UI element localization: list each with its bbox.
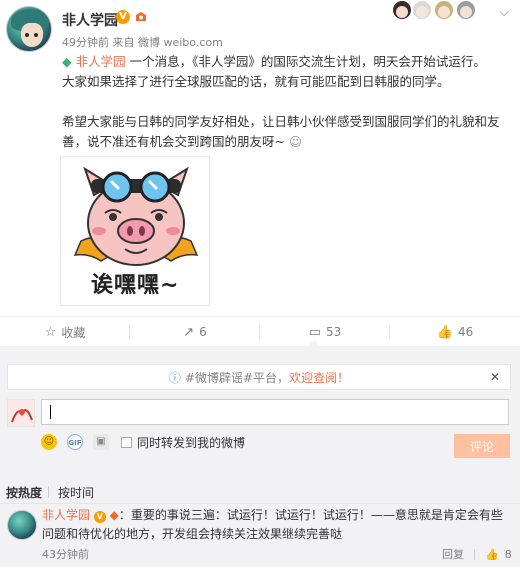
image-icon[interactable]: ▣ xyxy=(93,434,109,450)
share-label: 同时转发到我的微博 xyxy=(137,435,246,450)
emoji-icon[interactable]: ☺ xyxy=(41,434,57,450)
gif-icon[interactable]: GIF xyxy=(67,434,83,450)
notice-link[interactable]: 欢迎查阅！ xyxy=(289,369,349,386)
comment-text: 非人学园 V ◆：重要的事说三遍：试运行！试运行！试运行！——意思就是肯定会有些… xyxy=(42,506,512,544)
notice-text[interactable]: #微博辟谣#平台， xyxy=(185,369,289,386)
info-icon: ⓘ xyxy=(168,370,181,385)
sort-by-time[interactable]: 按时间 xyxy=(58,484,94,501)
thumbs-up-icon[interactable]: 👍 xyxy=(485,548,499,561)
favorite-button[interactable]: ☆ 收藏 xyxy=(0,317,130,347)
comment-count: 53 xyxy=(326,325,342,339)
repost-icon: ↗ xyxy=(183,324,195,340)
repost-button[interactable]: ↗ 6 xyxy=(130,317,260,347)
close-icon[interactable]: ✕ xyxy=(490,370,500,384)
notice-bar: ⓘ #微博辟谣#平台， 欢迎查阅！ ✕ xyxy=(7,364,511,390)
comment-input[interactable] xyxy=(41,399,509,425)
submit-comment-button[interactable]: 评论 xyxy=(454,434,510,458)
post-meta: 49分钟前 来自 微博 weibo.com xyxy=(62,36,223,49)
reply-button[interactable]: 回复 xyxy=(442,546,464,562)
sort-divider xyxy=(48,486,49,498)
member-badge-icon[interactable] xyxy=(134,10,148,24)
comment-author[interactable]: 非人学园 xyxy=(42,508,90,522)
author-name[interactable]: 非人学园 xyxy=(62,10,118,30)
comment-actions: 回复 👍 8 xyxy=(442,546,512,562)
post-image[interactable]: 诶嘿嘿~ xyxy=(60,156,210,306)
location-icon: ◆ xyxy=(62,54,72,69)
chevron-down-icon[interactable]: ⌵ xyxy=(496,4,512,20)
post-line-2: 大家如果选择了进行全球服匹配的话，就有可能匹配到日韩服的同学。 xyxy=(62,74,450,89)
like-button[interactable]: 👍 46 xyxy=(390,317,520,347)
my-avatar[interactable] xyxy=(7,399,35,427)
comment-tools: ☺ GIF ▣ 同时转发到我的微博 xyxy=(41,432,245,452)
member-badge-icon: ◆ xyxy=(109,508,119,522)
author-avatar[interactable] xyxy=(6,6,52,52)
sort-by-hot[interactable]: 按热度 xyxy=(6,484,42,501)
verified-badge-icon: V xyxy=(116,10,130,24)
share-checkbox[interactable] xyxy=(121,436,132,448)
comment-button[interactable]: ▭ 53 xyxy=(260,317,390,347)
emoji-icon: ☺ xyxy=(284,134,302,149)
thumbs-up-icon: 👍 xyxy=(436,324,453,340)
like-count: 46 xyxy=(457,325,474,339)
verified-badge-icon: V xyxy=(93,511,106,523)
panel-pointer xyxy=(307,340,321,347)
mention-link[interactable]: 非人学园 xyxy=(76,54,126,69)
star-icon: ☆ xyxy=(44,324,57,340)
post-line-3: 希望大家能与日韩的同学友好相处，让日韩小伙伴感受到国服同学们的礼貌和友善，说不准… xyxy=(62,114,500,149)
favorite-label: 收藏 xyxy=(61,325,86,340)
comment-like-count: 8 xyxy=(504,547,512,561)
comment-icon: ▭ xyxy=(308,324,321,340)
comment-time: 43分钟前 xyxy=(42,548,89,561)
comment-avatar[interactable] xyxy=(7,510,37,540)
decorative-banner xyxy=(388,0,482,24)
action-bar: ☆ 收藏 ↗ 6 ▭ 53 👍 46 xyxy=(0,316,520,346)
sort-bar: 按热度 按时间 xyxy=(0,478,520,504)
sticker-caption: 诶嘿嘿~ xyxy=(91,273,180,298)
post-line-1: 一个消息，《非人学园》的国际交流生计划，明天会开始试运行。 xyxy=(125,54,486,69)
repost-count: 6 xyxy=(199,325,207,339)
post-text: ◆ 非人学园 一个消息，《非人学园》的国际交流生计划，明天会开始试运行。 大家如… xyxy=(62,52,508,152)
